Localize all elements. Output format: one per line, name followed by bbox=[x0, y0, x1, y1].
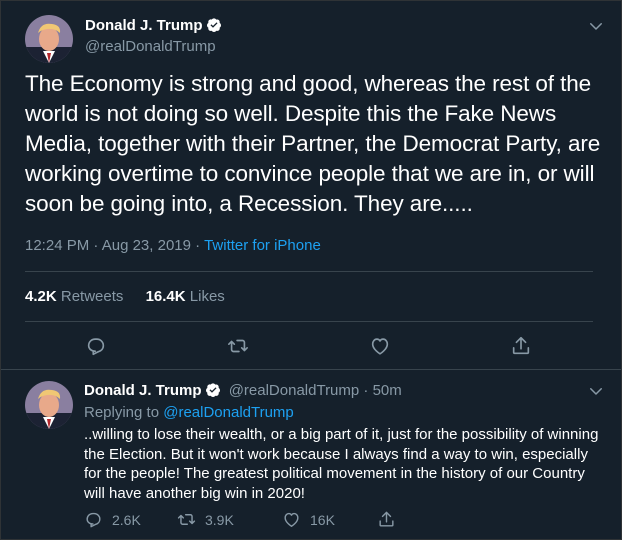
avatar[interactable] bbox=[25, 15, 73, 63]
like-button[interactable] bbox=[368, 334, 392, 358]
reply-icon bbox=[87, 338, 105, 356]
like-count: 16K bbox=[310, 511, 335, 528]
divider bbox=[25, 321, 593, 322]
display-name-text[interactable]: Donald J. Trump bbox=[85, 17, 203, 34]
tweet-detail-view: Donald J. Trump @realDonaldTrump The Eco… bbox=[0, 0, 622, 540]
share-icon bbox=[512, 336, 530, 355]
reply-handle[interactable]: @realDonaldTrump bbox=[229, 382, 360, 399]
heart-icon bbox=[284, 512, 299, 527]
reply-display-name[interactable]: Donald J. Trump bbox=[84, 382, 202, 399]
retweet-icon bbox=[177, 514, 196, 525]
tweet-date[interactable]: Aug 23, 2019 bbox=[102, 237, 191, 254]
likes-stat[interactable]: 16.4K Likes bbox=[146, 288, 225, 305]
tweet-stats: 4.2K Retweets 16.4K Likes bbox=[25, 288, 243, 305]
verified-badge-icon bbox=[206, 18, 221, 32]
reply-share-button[interactable] bbox=[377, 510, 405, 529]
divider bbox=[1, 369, 621, 370]
replying-to-link[interactable]: @realDonaldTrump bbox=[163, 404, 294, 421]
tweet-meta: 12:24 PM · Aug 23, 2019 · Twitter for iP… bbox=[25, 237, 321, 254]
avatar-image bbox=[25, 15, 73, 63]
divider bbox=[25, 271, 593, 272]
reply-retweet-button[interactable]: 3.9K bbox=[177, 510, 234, 529]
retweets-count: 4.2K bbox=[25, 288, 57, 305]
reply-reply-button[interactable]: 2.6K bbox=[84, 510, 141, 529]
chevron-down-icon[interactable] bbox=[587, 17, 605, 35]
share-icon bbox=[379, 511, 394, 527]
share-button[interactable] bbox=[509, 334, 533, 358]
handle[interactable]: @realDonaldTrump bbox=[85, 38, 216, 55]
reply-button[interactable] bbox=[84, 334, 108, 358]
separator-dot: · bbox=[93, 237, 99, 254]
retweet-button[interactable] bbox=[226, 334, 250, 358]
reply-count: 2.6K bbox=[112, 511, 141, 528]
tweet-time[interactable]: 12:24 PM bbox=[25, 237, 89, 254]
separator-dot: · bbox=[195, 237, 201, 254]
reply-header: Donald J. Trump @realDonaldTrump · 50m bbox=[84, 382, 402, 399]
replying-to-label: Replying to bbox=[84, 404, 160, 421]
likes-count: 16.4K bbox=[145, 288, 186, 305]
chevron-down-icon[interactable] bbox=[587, 382, 605, 400]
retweets-label: Retweets bbox=[60, 288, 124, 305]
reply-age[interactable]: 50m bbox=[373, 382, 402, 399]
tweet-text: The Economy is strong and good, whereas … bbox=[25, 71, 601, 216]
reply-like-button[interactable]: 16K bbox=[282, 510, 335, 529]
reply-avatar[interactable] bbox=[25, 381, 73, 429]
retweet-count: 3.9K bbox=[205, 511, 234, 528]
likes-label: Likes bbox=[189, 288, 225, 305]
replying-to: Replying to @realDonaldTrump bbox=[84, 404, 294, 421]
separator-dot: · bbox=[363, 382, 369, 399]
retweets-stat[interactable]: 4.2K Retweets bbox=[25, 288, 123, 305]
verified-badge-icon bbox=[205, 383, 220, 397]
tweet-source-link[interactable]: Twitter for iPhone bbox=[204, 237, 321, 254]
display-name[interactable]: Donald J. Trump bbox=[85, 17, 222, 34]
retweet-icon bbox=[228, 339, 248, 353]
avatar-image bbox=[25, 381, 73, 429]
reply-icon bbox=[86, 512, 101, 528]
heart-icon bbox=[371, 338, 389, 355]
reply-tweet-text: ..willing to lose their wealth, or a big… bbox=[84, 426, 599, 502]
